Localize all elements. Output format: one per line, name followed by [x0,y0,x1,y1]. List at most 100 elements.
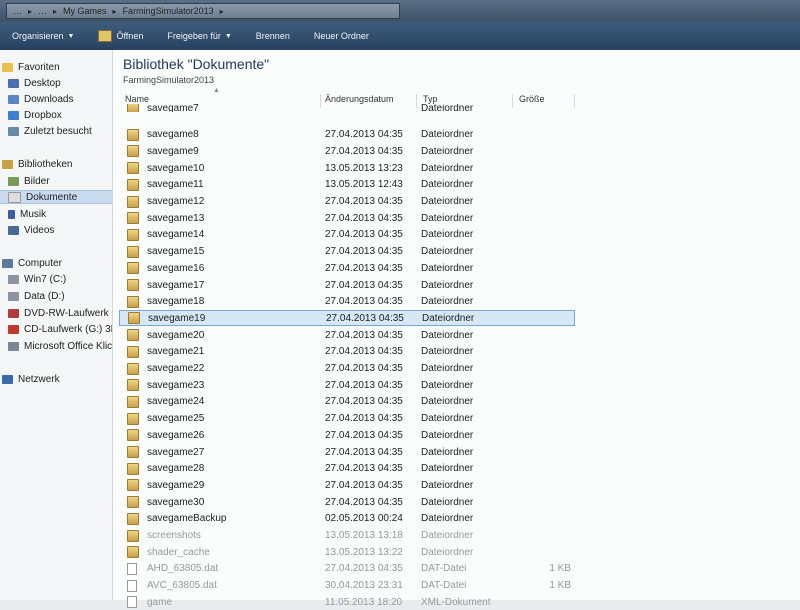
nav-drive-c[interactable]: Win7 (C:) [8,272,112,286]
burn-label: Brennen [255,31,290,41]
open-button[interactable]: Öffnen [86,22,155,50]
network-icon [2,374,13,384]
file-type: DAT-Datei [421,580,467,592]
file-name: AHD_63805.dat [127,562,218,575]
nav-dvd-drive[interactable]: DVD-RW-Laufwerk (I [8,306,112,320]
file-row[interactable]: savegame10 13.05.2013 13:23 Dateiordner [119,160,575,176]
file-row[interactable]: savegame23 27.04.2013 04:35 Dateiordner [119,377,575,393]
nav-libraries[interactable]: Bibliotheken [2,157,112,171]
file-icon [127,579,137,592]
library-subtitle[interactable]: FarmingSimulator2013 [123,75,214,85]
sort-ascending-icon: ▲ [213,87,220,94]
file-name-text: savegame28 [147,463,205,475]
file-date: 27.04.2013 04:35 [325,429,403,441]
file-type: Dateiordner [421,104,474,112]
nav-recent[interactable]: Zuletzt besucht [8,124,112,138]
file-type: Dateiordner [421,429,474,441]
file-row[interactable]: savegame15 27.04.2013 04:35 Dateiordner [119,244,575,260]
music-icon [8,209,15,219]
file-name: savegameBackup [127,512,227,525]
nav-dropbox[interactable]: Dropbox [8,108,112,122]
nav-network[interactable]: Netzwerk [2,372,112,386]
file-row[interactable]: savegame20 27.04.2013 04:35 Dateiordner [119,327,575,343]
new-folder-button[interactable]: Neuer Ordner [302,22,381,50]
library-icon [2,159,13,169]
file-name-text: savegame12 [147,196,205,207]
nav-downloads[interactable]: Downloads [8,92,112,106]
nav-desktop[interactable]: Desktop [8,76,112,90]
file-row[interactable]: savegame27 27.04.2013 04:35 Dateiordner [119,444,575,460]
nav-label: Netzwerk [18,373,60,385]
file-type: Dateiordner [421,446,474,458]
file-row[interactable]: savegame7 Dateiordner [119,104,575,112]
file-row[interactable]: savegame9 27.04.2013 04:35 Dateiordner [119,143,575,159]
nav-music[interactable]: Musik [8,207,112,221]
downloads-icon [8,94,19,104]
breadcrumb-segment[interactable]: FarmingSimulator2013 [123,6,214,16]
file-row[interactable]: savegame17 27.04.2013 04:35 Dateiordner [119,277,575,293]
nav-drive-d[interactable]: Data (D:) [8,289,112,303]
nav-label: Musik [20,208,47,220]
file-name-text: savegame17 [147,279,205,291]
file-name-text: savegame23 [147,379,205,391]
share-button[interactable]: Freigeben für ▼ [155,22,243,50]
file-row[interactable]: shader_cache 13.05.2013 13:22 Dateiordner [119,544,575,560]
file-name: AVC_63805.dat [127,579,217,592]
file-row[interactable]: savegame26 27.04.2013 04:35 Dateiordner [119,427,575,443]
breadcrumb[interactable]: … ▸ … ▸ My Games ▸ FarmingSimulator2013 … [6,3,400,19]
file-row[interactable]: savegame19 27.04.2013 04:35 Dateiordner [119,310,575,327]
organize-button[interactable]: Organisieren ▼ [0,22,86,50]
nav-office-drive[interactable]: Microsoft Office Klic [8,339,112,353]
file-name-text: game [147,596,173,608]
folder-icon [127,512,139,525]
breadcrumb-segment[interactable]: … [38,6,47,16]
file-type: Dateiordner [421,513,474,525]
nav-computer[interactable]: Computer [2,256,112,270]
file-row[interactable]: screenshots 13.05.2013 13:18 Dateiordner [119,528,575,544]
organize-label: Organisieren [12,31,64,41]
file-type: Dateiordner [421,129,474,141]
file-row[interactable]: savegameBackup 02.05.2013 00:24 Dateiordne… [119,511,575,527]
file-date: 27.04.2013 04:35 [325,246,403,258]
nav-cd-drive[interactable]: CD-Laufwerk (G:) 3D [8,322,112,336]
file-row[interactable]: savegame22 27.04.2013 04:35 Dateiordner [119,361,575,377]
file-date: 27.04.2013 04:35 [325,279,403,291]
breadcrumb-segment[interactable]: … [13,6,22,16]
file-row[interactable]: savegame16 27.04.2013 04:35 Dateiordner [119,260,575,276]
file-row[interactable]: savegame28 27.04.2013 04:35 Dateiordner [119,461,575,477]
file-row[interactable]: savegame30 27.04.2013 04:35 Dateiordner [119,494,575,510]
nav-documents[interactable]: Dokumente [0,190,112,204]
drive-icon [8,341,19,351]
file-date: 11.05.2013 18:20 [325,596,403,608]
desktop-icon [8,78,19,88]
file-row[interactable]: savegame29 27.04.2013 04:35 Dateiordner [119,477,575,493]
file-row[interactable]: savegame12 27.04.2013 04:35 Dateiordner [119,194,575,210]
videos-icon [8,225,19,235]
nav-favorites[interactable]: Favoriten [2,60,112,74]
burn-button[interactable]: Brennen [244,22,302,50]
file-row[interactable]: savegame8 27.04.2013 04:35 Dateiordner [119,127,575,143]
nav-videos[interactable]: Videos [8,223,112,237]
open-folder-icon [98,30,113,42]
star-icon [2,62,13,72]
file-row[interactable]: savegame11 13.05.2013 12:43 Dateiordner [119,177,575,193]
file-type: Dateiordner [421,246,474,258]
breadcrumb-segment[interactable]: My Games [63,6,107,16]
chevron-right-icon: ▸ [219,6,224,16]
file-row[interactable]: AVC_63805.dat 30.04.2013 23:31 DAT-Datei 1 … [119,578,575,594]
file-row[interactable]: savegame18 27.04.2013 04:35 Dateiordner [119,294,575,310]
file-row[interactable]: savegame25 27.04.2013 04:35 Dateiordner [119,411,575,427]
file-date: 27.04.2013 04:35 [325,413,403,425]
file-row[interactable]: savegame13 27.04.2013 04:35 Dateiordner [119,210,575,226]
file-name: savegame7 [127,104,199,112]
file-row[interactable]: savegame24 27.04.2013 04:35 Dateiordner [119,394,575,410]
file-name: savegame24 [127,395,204,408]
nav-pictures[interactable]: Bilder [8,174,112,188]
file-name: savegame9 [127,145,199,158]
file-row[interactable]: savegame14 27.04.2013 04:35 Dateiordner [119,227,575,243]
file-row[interactable]: game 11.05.2013 18:20 XML-Dokument [119,594,575,610]
file-row[interactable]: savegame21 27.04.2013 04:35 Dateiordner [119,344,575,360]
file-name-text: shader_cache [147,546,210,558]
nav-label: Downloads [24,93,74,105]
file-row[interactable]: AHD_63805.dat 27.04.2013 04:35 DAT-Datei 1 … [119,561,575,577]
